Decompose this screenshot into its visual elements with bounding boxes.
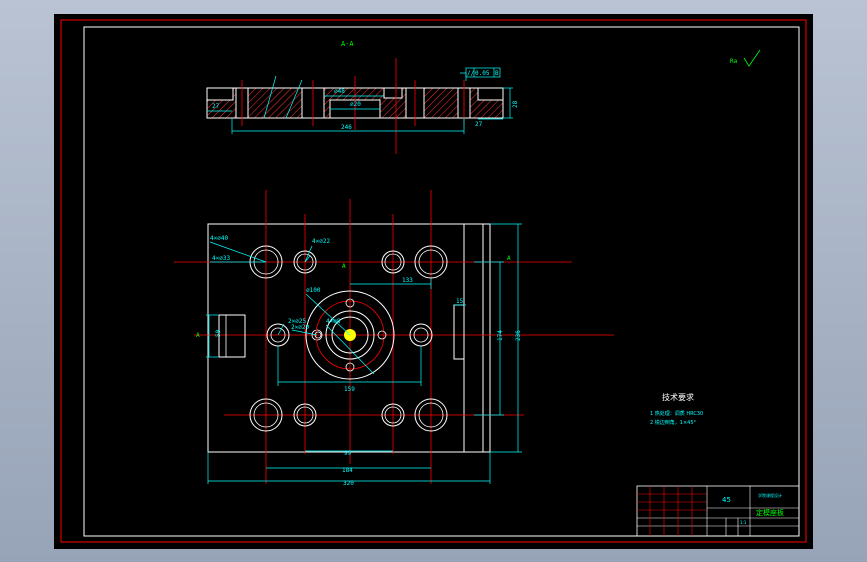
tol-value: 0.05 <box>475 70 490 77</box>
dim-236: 236 <box>515 330 522 341</box>
section-step <box>383 87 403 99</box>
callout-4x22: 4×⌀22 <box>312 238 330 245</box>
dim-246: 246 <box>341 124 352 131</box>
callout-4x40: 4×⌀40 <box>210 235 228 242</box>
tb-school: 学院课程设计 <box>758 492 782 498</box>
section-view: A-A 27 ⌀48 ⌀20 246 27 28 // 0.05 B <box>206 40 519 154</box>
section-step <box>477 87 504 101</box>
callout-2x20: 2×⌀20 <box>291 324 309 331</box>
slot-right <box>453 304 465 360</box>
callout-d100: ⌀100 <box>306 287 321 294</box>
plan-view: 4×⌀40 4×⌀22 4×⌀33 ⌀100 2×⌀25 2×⌀20 4×⌀8 … <box>174 190 614 487</box>
section-mark-top: A <box>342 263 346 270</box>
dim-48: ⌀48 <box>334 88 345 95</box>
section-step <box>206 87 234 101</box>
roughness-symbol: Ra <box>730 49 761 67</box>
dim-133: 133 <box>402 277 413 284</box>
dim-20: ⌀20 <box>350 101 361 108</box>
dim-320: 320 <box>343 480 354 487</box>
tb-material: 45 <box>722 496 731 504</box>
dim-184: 184 <box>342 467 353 474</box>
section-mark-right: A <box>507 255 511 262</box>
tech-title: 技术要求 <box>662 392 694 402</box>
tech-item-2: 2 锐边倒角，1×45° <box>650 419 697 426</box>
tol-datum: B <box>495 70 499 77</box>
dim-27-left: 27 <box>212 103 220 110</box>
tol-symbol: // <box>467 70 475 77</box>
section-title: A-A <box>341 40 354 48</box>
engineering-drawing: A-A 27 ⌀48 ⌀20 246 27 28 // 0.05 B Ra 4×… <box>60 19 807 543</box>
tolerance-frame: // 0.05 B <box>460 67 501 81</box>
tech-item-1: 1 热处理：调质 HRC30 <box>650 410 703 417</box>
section-mark-left: A <box>196 332 200 339</box>
dim-159: 159 <box>344 386 355 393</box>
dim-15: 15 <box>456 298 464 305</box>
cad-viewport[interactable]: A-A 27 ⌀48 ⌀20 246 27 28 // 0.05 B Ra 4×… <box>54 14 813 549</box>
callout-4x33: 4×⌀33 <box>212 255 230 262</box>
dim-50: 50 <box>215 329 222 337</box>
dim-174: 174 <box>497 330 504 341</box>
dim-28: 28 <box>512 100 519 108</box>
callout-4x8: 4×⌀8 <box>326 318 341 325</box>
tb-scale: 1:1 <box>740 520 747 525</box>
svg-text:Ra: Ra <box>730 58 738 65</box>
tb-part-name: 定模座板 <box>756 508 784 517</box>
dim-99: 99 <box>344 450 352 457</box>
title-block: 45 学院课程设计 定模座板 1:1 <box>636 485 800 537</box>
tech-requirements: 技术要求 1 热处理：调质 HRC30 2 锐边倒角，1×45° <box>650 392 703 426</box>
dim-27-right: 27 <box>475 121 483 128</box>
slot-left <box>218 314 246 358</box>
